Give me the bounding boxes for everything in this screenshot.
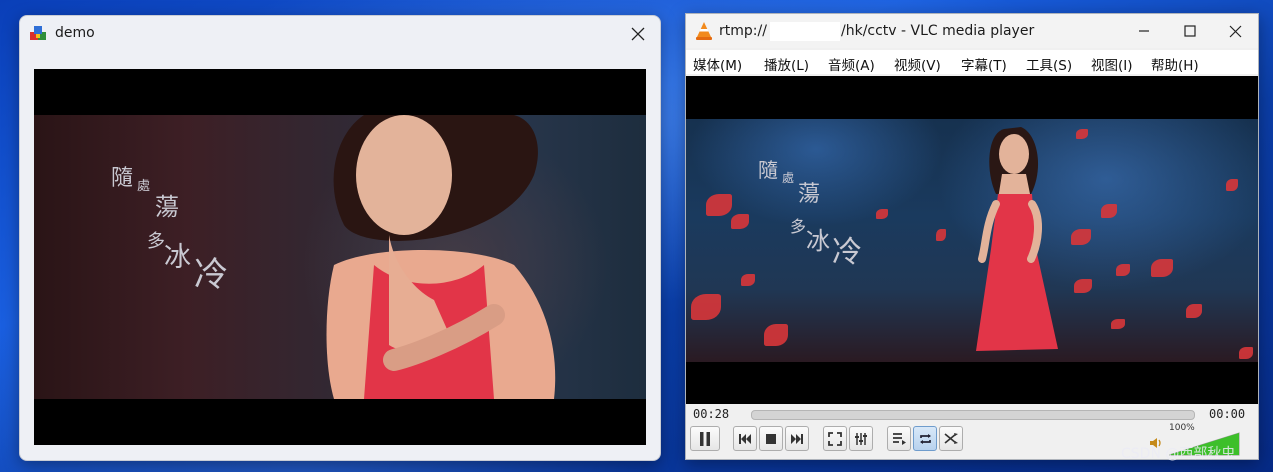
minimize-icon (1139, 30, 1149, 32)
vlc-maximize-button[interactable] (1167, 14, 1213, 48)
time-elapsed: 00:28 (693, 407, 730, 421)
demo-window: demo 隨 處 蕩 多 冰 冷 (19, 15, 661, 461)
lyric-char: 多 (147, 231, 165, 252)
fullscreen-icon (828, 431, 842, 446)
menu-help[interactable]: 帮助(H) (1151, 54, 1199, 74)
menu-view[interactable]: 视图(I) (1091, 54, 1133, 74)
lyric-char: 冰 (806, 227, 830, 255)
seek-slider[interactable] (751, 410, 1195, 420)
time-total: 00:00 (1209, 407, 1246, 421)
previous-icon (739, 433, 751, 444)
playlist-button[interactable] (887, 426, 911, 451)
vlc-menubar: 媒体(M) 播放(L) 音频(A) 视频(V) 字幕(T) 工具(S) 视图(I… (686, 50, 1258, 74)
lyric-char: 蕩 (798, 182, 821, 207)
menu-video[interactable]: 视频(V) (894, 54, 941, 74)
app-cube-icon (30, 26, 46, 40)
menu-tools[interactable]: 工具(S) (1026, 54, 1072, 74)
redacted-host (770, 22, 840, 41)
demo-window-title: demo (55, 25, 95, 41)
lyric-char: 多 (790, 217, 807, 236)
menu-media[interactable]: 媒体(M) (693, 54, 742, 74)
extended-settings-icon (855, 432, 867, 445)
vlc-title-suffix: /hk/cctv - VLC media player (841, 23, 1035, 39)
pause-icon (700, 431, 710, 446)
extended-settings-button[interactable] (849, 426, 873, 451)
watermark: CSDN @西部秋虫 (1121, 446, 1236, 462)
lyric-char: 蕩 (155, 193, 179, 221)
maximize-icon (1184, 25, 1196, 37)
demo-titlebar[interactable]: demo (20, 16, 660, 52)
vlc-titlebar[interactable]: rtmp:// /hk/cctv - VLC media player (686, 14, 1258, 48)
demo-video-surface[interactable]: 隨 處 蕩 多 冰 冷 (34, 69, 646, 445)
menu-audio[interactable]: 音频(A) (828, 54, 875, 74)
lyric-char: 冷 (832, 235, 862, 270)
next-icon (791, 433, 803, 444)
fullscreen-button[interactable] (823, 426, 847, 451)
lyric-char: 冰 (164, 242, 191, 273)
vlc-video-frame: 隨 處 蕩 多 冰 冷 (686, 119, 1258, 362)
lyric-char: 隨 (758, 158, 778, 182)
loop-icon (919, 433, 931, 444)
menu-subtitle[interactable]: 字幕(T) (961, 54, 1007, 74)
vlc-video-surface[interactable]: 隨 處 蕩 多 冰 冷 (686, 76, 1258, 404)
demo-close-button[interactable] (618, 20, 658, 48)
singer-figure (326, 115, 556, 399)
vlc-minimize-button[interactable] (1121, 14, 1167, 48)
vlc-close-button[interactable] (1212, 14, 1258, 48)
stop-button[interactable] (759, 426, 783, 451)
lyric-char: 冷 (194, 255, 228, 295)
loop-button[interactable] (913, 426, 937, 451)
pause-button[interactable] (690, 426, 720, 451)
vlc-title-prefix: rtmp:// (719, 23, 767, 39)
close-icon (1229, 25, 1241, 37)
shuffle-button[interactable] (939, 426, 963, 451)
shuffle-icon (943, 433, 958, 444)
close-icon (631, 27, 645, 41)
menu-playback[interactable]: 播放(L) (764, 54, 809, 74)
lyric-char: 處 (782, 171, 795, 185)
playlist-icon (892, 433, 906, 445)
lyric-char: 隨 (111, 166, 134, 191)
previous-button[interactable] (733, 426, 757, 451)
stop-icon (766, 433, 776, 444)
vlc-window: rtmp:// /hk/cctv - VLC media player 媒体(M… (685, 13, 1259, 460)
next-button[interactable] (785, 426, 809, 451)
demo-video-frame: 隨 處 蕩 多 冰 冷 (34, 115, 646, 399)
vlc-cone-icon (696, 22, 712, 40)
lyric-char: 處 (137, 179, 151, 194)
